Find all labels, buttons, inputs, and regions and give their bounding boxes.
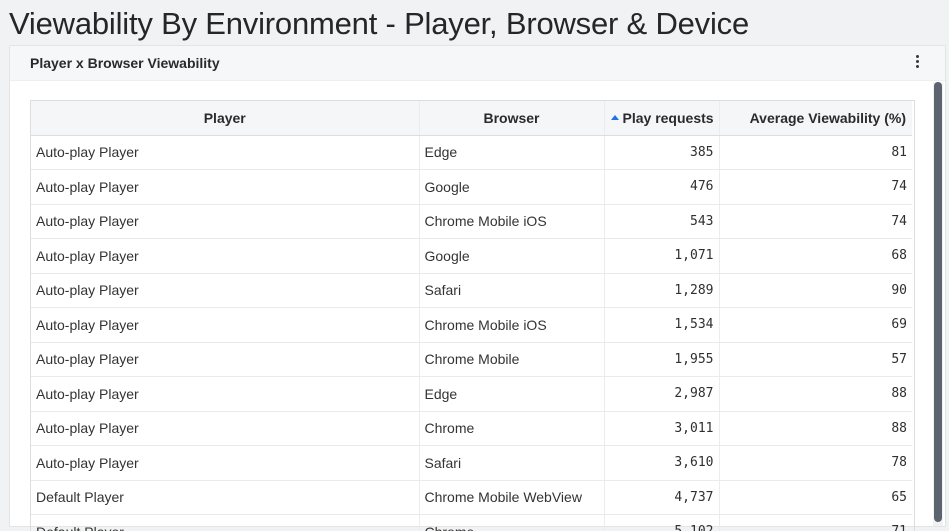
table-body: Auto-play PlayerEdge38581Auto-play Playe… (31, 135, 912, 531)
cell-average-viewability: 71 (719, 515, 912, 531)
cell-average-viewability: 90 (719, 273, 912, 308)
cell-average-viewability: 69 (719, 308, 912, 343)
column-header-label: Browser (483, 110, 539, 126)
cell-player: Auto-play Player (31, 273, 419, 308)
table-row[interactable]: Auto-play PlayerChrome3,01188 (31, 411, 912, 446)
kebab-menu-icon[interactable] (910, 55, 924, 73)
table-row[interactable]: Auto-play PlayerSafari3,61078 (31, 446, 912, 481)
cell-player: Auto-play Player (31, 446, 419, 481)
table-row[interactable]: Auto-play PlayerChrome Mobile1,95557 (31, 342, 912, 377)
column-header-label: Average Viewability (%) (750, 110, 906, 126)
cell-play-requests: 3,011 (604, 411, 719, 446)
table-row[interactable]: Auto-play PlayerEdge38581 (31, 135, 912, 170)
cell-browser: Safari (419, 273, 604, 308)
cell-average-viewability: 74 (719, 170, 912, 205)
cell-play-requests: 385 (604, 135, 719, 170)
cell-play-requests: 1,955 (604, 342, 719, 377)
cell-average-viewability: 88 (719, 377, 912, 412)
cell-browser: Google (419, 170, 604, 205)
cell-browser: Chrome Mobile iOS (419, 204, 604, 239)
sort-ascending-icon (611, 115, 619, 120)
cell-browser: Chrome Mobile (419, 342, 604, 377)
cell-player: Auto-play Player (31, 135, 419, 170)
table-row[interactable]: Auto-play PlayerGoogle47674 (31, 170, 912, 205)
cell-player: Auto-play Player (31, 411, 419, 446)
column-header-label: Player (204, 110, 246, 126)
table-row[interactable]: Auto-play PlayerChrome Mobile iOS54374 (31, 204, 912, 239)
table-row[interactable]: Default PlayerChrome5,10271 (31, 515, 912, 531)
cell-average-viewability: 81 (719, 135, 912, 170)
cell-play-requests: 1,289 (604, 273, 719, 308)
cell-player: Auto-play Player (31, 377, 419, 412)
page-title: Viewability By Environment - Player, Bro… (9, 4, 749, 44)
cell-browser: Safari (419, 446, 604, 481)
cell-player: Auto-play Player (31, 204, 419, 239)
cell-play-requests: 2,987 (604, 377, 719, 412)
cell-average-viewability: 78 (719, 446, 912, 481)
cell-average-viewability: 68 (719, 239, 912, 274)
cell-play-requests: 476 (604, 170, 719, 205)
table-container: Player Browser Play requests Average Vie… (30, 100, 915, 531)
cell-player: Auto-play Player (31, 239, 419, 274)
player-browser-table: Player Browser Play requests Average Vie… (31, 101, 912, 531)
cell-play-requests: 1,071 (604, 239, 719, 274)
cell-player: Default Player (31, 515, 419, 531)
card-title: Player x Browser Viewability (30, 55, 220, 71)
cell-player: Auto-play Player (31, 308, 419, 343)
table-row[interactable]: Auto-play PlayerGoogle1,07168 (31, 239, 912, 274)
cell-browser: Chrome Mobile WebView (419, 480, 604, 515)
cell-average-viewability: 65 (719, 480, 912, 515)
cell-browser: Edge (419, 135, 604, 170)
vertical-scrollbar[interactable] (933, 82, 943, 526)
cell-average-viewability: 88 (719, 411, 912, 446)
cell-play-requests: 4,737 (604, 480, 719, 515)
column-header-average-viewability[interactable]: Average Viewability (%) (719, 101, 912, 135)
table-row[interactable]: Auto-play PlayerChrome Mobile iOS1,53469 (31, 308, 912, 343)
cell-average-viewability: 57 (719, 342, 912, 377)
cell-player: Default Player (31, 480, 419, 515)
cell-browser: Chrome Mobile iOS (419, 308, 604, 343)
column-header-label: Play requests (623, 110, 714, 126)
cell-browser: Google (419, 239, 604, 274)
card-header: Player x Browser Viewability (10, 46, 945, 81)
table-header-row: Player Browser Play requests Average Vie… (31, 101, 912, 135)
cell-browser: Chrome (419, 411, 604, 446)
scrollbar-thumb[interactable] (934, 82, 942, 522)
cell-player: Auto-play Player (31, 342, 419, 377)
column-header-player[interactable]: Player (31, 101, 419, 135)
cell-play-requests: 5,102 (604, 515, 719, 531)
table-row[interactable]: Default PlayerChrome Mobile WebView4,737… (31, 480, 912, 515)
cell-player: Auto-play Player (31, 170, 419, 205)
cell-browser: Edge (419, 377, 604, 412)
cell-play-requests: 1,534 (604, 308, 719, 343)
table-row[interactable]: Auto-play PlayerSafari1,28990 (31, 273, 912, 308)
table-row[interactable]: Auto-play PlayerEdge2,98788 (31, 377, 912, 412)
cell-browser: Chrome (419, 515, 604, 531)
column-header-browser[interactable]: Browser (419, 101, 604, 135)
viewability-table-card: Player x Browser Viewability Player Brow… (9, 45, 946, 527)
cell-average-viewability: 74 (719, 204, 912, 239)
cell-play-requests: 3,610 (604, 446, 719, 481)
cell-play-requests: 543 (604, 204, 719, 239)
column-header-play-requests[interactable]: Play requests (604, 101, 719, 135)
